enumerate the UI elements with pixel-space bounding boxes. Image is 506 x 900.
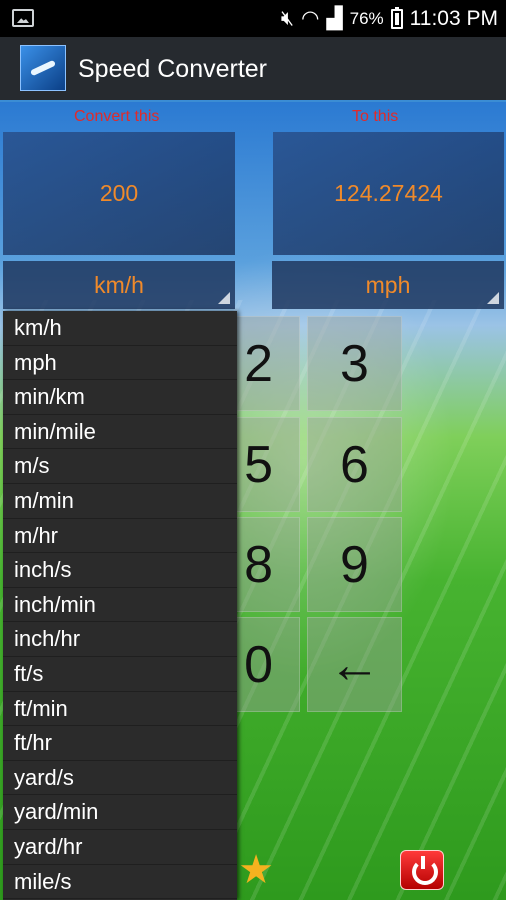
- dropdown-item[interactable]: inch/hr: [3, 622, 237, 657]
- key-3[interactable]: 3: [307, 316, 402, 411]
- dropdown-item[interactable]: min/km: [3, 380, 237, 415]
- dropdown-item[interactable]: inch/min: [3, 588, 237, 623]
- clock: 11:03 PM: [409, 6, 498, 30]
- dropdown-item[interactable]: ft/s: [3, 657, 237, 692]
- dropdown-corner-icon: [218, 292, 230, 304]
- image-notification-icon: [12, 9, 34, 27]
- dropdown-item[interactable]: ft/min: [3, 692, 237, 727]
- status-bar: 🔇︎ ◠ ▟ 76% 11:03 PM: [0, 0, 506, 37]
- to-unit-label: mph: [365, 271, 411, 298]
- dropdown-corner-icon: [487, 292, 499, 304]
- app-bar: Speed Converter: [0, 37, 506, 102]
- dropdown-item[interactable]: min/mile: [3, 415, 237, 450]
- dropdown-item[interactable]: mile/s: [3, 865, 237, 900]
- mute-icon: 🔇︎: [280, 6, 295, 30]
- battery-icon: [390, 6, 403, 29]
- convert-from-label: Convert this: [74, 108, 160, 125]
- dropdown-item[interactable]: yard/min: [3, 795, 237, 830]
- dropdown-item[interactable]: ft/hr: [3, 726, 237, 761]
- from-unit-select[interactable]: km/h: [3, 261, 235, 309]
- input-value-field[interactable]: 200: [3, 132, 235, 255]
- wifi-icon: ◠: [301, 7, 320, 30]
- dropdown-item[interactable]: m/s: [3, 449, 237, 484]
- battery-percent: 76%: [349, 8, 384, 28]
- output-value-field: 124.27424: [273, 132, 504, 255]
- dropdown-item[interactable]: km/h: [3, 311, 237, 346]
- dropdown-item[interactable]: yard/hr: [3, 830, 237, 865]
- app-title: Speed Converter: [78, 55, 268, 83]
- key-6[interactable]: 6: [307, 417, 402, 512]
- to-unit-select[interactable]: mph: [272, 261, 504, 309]
- signal-icon: ▟: [326, 7, 343, 30]
- dropdown-item[interactable]: yard/s: [3, 761, 237, 796]
- dropdown-item[interactable]: inch/s: [3, 553, 237, 588]
- from-unit-label: km/h: [94, 271, 144, 298]
- backspace-key[interactable]: ←: [307, 617, 402, 712]
- dropdown-item[interactable]: m/min: [3, 484, 237, 519]
- app-logo-icon: [20, 45, 66, 91]
- status-icons: 🔇︎ ◠ ▟ 76% 11:03 PM: [281, 0, 498, 37]
- dropdown-item[interactable]: m/hr: [3, 519, 237, 554]
- power-icon[interactable]: [400, 850, 444, 890]
- star-icon[interactable]: ★: [236, 850, 276, 890]
- convert-to-label: To this: [352, 108, 399, 125]
- unit-dropdown-list[interactable]: km/h mph min/km min/mile m/s m/min m/hr inch/s i…: [3, 311, 237, 900]
- dropdown-item[interactable]: mph: [3, 346, 237, 381]
- key-9[interactable]: 9: [307, 517, 402, 612]
